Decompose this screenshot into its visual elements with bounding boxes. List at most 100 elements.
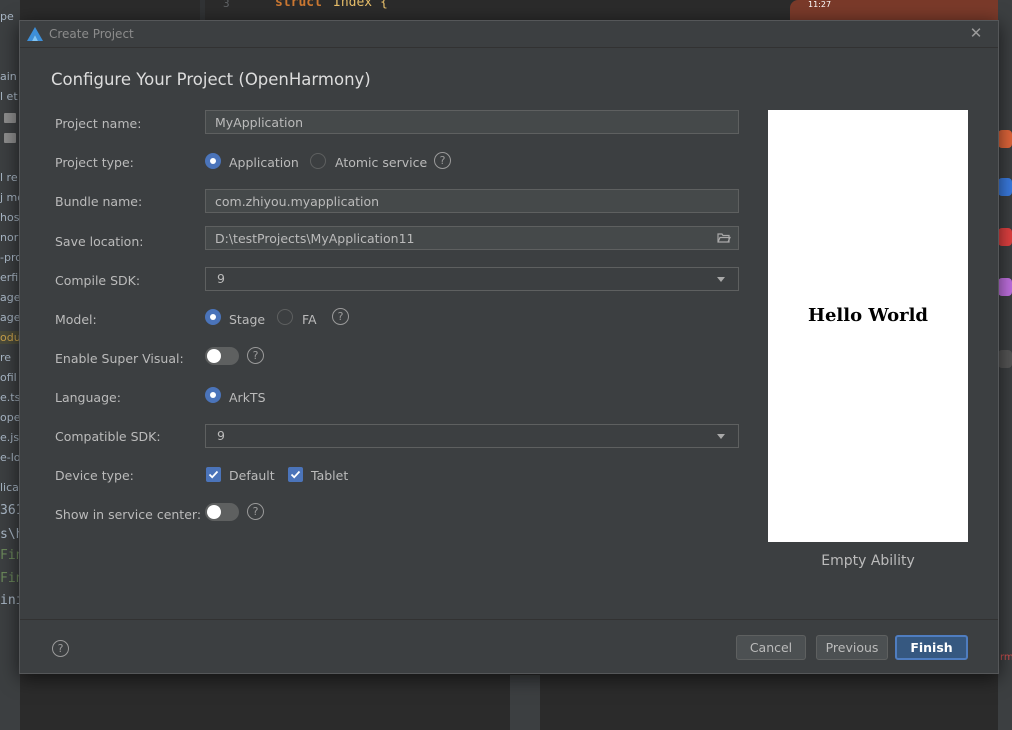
tree-row[interactable]: nor xyxy=(0,231,18,244)
console-line: s\h xyxy=(0,527,20,542)
help-icon[interactable]: ? xyxy=(247,347,264,364)
device-preview: 11:27 xyxy=(790,0,1012,20)
app-icon[interactable] xyxy=(998,350,1012,368)
console-line: ini xyxy=(0,593,20,608)
tree-row[interactable]: e-lo xyxy=(0,451,20,464)
radio-stage[interactable] xyxy=(205,309,221,325)
super-visual-toggle[interactable] xyxy=(205,347,239,365)
compile-sdk-value: 9 xyxy=(217,271,225,286)
tree-row[interactable]: hos xyxy=(0,211,19,224)
tree-row[interactable]: re xyxy=(0,351,11,364)
dialog-title: Create Project xyxy=(49,27,134,41)
app-icon[interactable] xyxy=(998,130,1012,148)
project-tree-panel: pe ain l et l re j mo hos nor -pro erfil… xyxy=(0,0,20,730)
tree-row[interactable]: age xyxy=(0,311,20,324)
radio-application-label[interactable]: Application xyxy=(229,155,299,170)
bundle-name-field[interactable] xyxy=(205,189,739,213)
footer-divider xyxy=(20,619,998,620)
compile-sdk-label: Compile SDK: xyxy=(55,273,141,288)
radio-application[interactable] xyxy=(205,153,221,169)
tree-row[interactable]: erfil xyxy=(0,271,20,284)
folder-open-icon[interactable] xyxy=(717,231,731,245)
tree-row[interactable]: pe xyxy=(0,10,14,23)
checkbox-default-label[interactable]: Default xyxy=(229,468,275,483)
tree-row[interactable]: j mo xyxy=(0,191,20,204)
service-center-label: Show in service center: xyxy=(55,507,202,522)
radio-atomic-service-label[interactable]: Atomic service xyxy=(335,155,427,170)
close-icon[interactable]: ✕ xyxy=(968,25,984,41)
finish-button[interactable]: Finish xyxy=(895,635,968,660)
dialog-titlebar[interactable]: Create Project ✕ xyxy=(20,21,998,48)
console-text: rm xyxy=(1000,652,1012,663)
save-location-field[interactable] xyxy=(205,226,739,250)
help-icon[interactable]: ? xyxy=(247,503,264,520)
model-label: Model: xyxy=(55,312,97,327)
toggle-knob xyxy=(207,505,221,519)
tree-row[interactable]: ofil xyxy=(0,371,17,384)
tree-row[interactable]: ope xyxy=(0,411,20,424)
run-tab[interactable]: lica xyxy=(0,481,19,494)
chevron-down-icon xyxy=(717,434,725,439)
radio-stage-label[interactable]: Stage xyxy=(229,312,265,327)
help-icon[interactable]: ? xyxy=(332,308,349,325)
folder-icon xyxy=(4,113,16,123)
app-icon[interactable] xyxy=(998,278,1012,296)
editor-code-line: 3 struct Index { xyxy=(205,0,705,20)
project-type-label: Project type: xyxy=(55,155,134,170)
tree-row[interactable]: -pro xyxy=(0,251,20,264)
checkbox-tablet-label[interactable]: Tablet xyxy=(311,468,348,483)
page-title: Configure Your Project (OpenHarmony) xyxy=(51,70,371,89)
template-caption: Empty Ability xyxy=(821,553,915,569)
help-icon[interactable]: ? xyxy=(434,152,451,169)
project-name-field[interactable] xyxy=(205,110,739,134)
super-visual-label: Enable Super Visual: xyxy=(55,351,184,366)
tree-row[interactable]: l re xyxy=(0,171,18,184)
checkbox-tablet[interactable] xyxy=(288,467,303,482)
radio-arkts[interactable] xyxy=(205,387,221,403)
save-location-label: Save location: xyxy=(55,234,144,249)
tree-row[interactable]: age xyxy=(0,291,20,304)
code-identifier: Index { xyxy=(333,0,388,10)
compatible-sdk-select[interactable]: 9 xyxy=(205,424,739,448)
tree-row-selected[interactable]: odu xyxy=(0,331,20,344)
previous-button[interactable]: Previous xyxy=(816,635,888,660)
bundle-name-label: Bundle name: xyxy=(55,194,143,209)
checkbox-default[interactable] xyxy=(206,467,221,482)
cancel-button[interactable]: Cancel xyxy=(736,635,806,660)
tree-row[interactable]: e.ts xyxy=(0,391,20,404)
service-center-toggle[interactable] xyxy=(205,503,239,521)
checkmark-icon xyxy=(208,470,219,479)
compile-sdk-select[interactable]: 9 xyxy=(205,267,739,291)
bundle-name-input[interactable] xyxy=(215,190,738,212)
console-line: Fin xyxy=(0,571,20,586)
project-name-label: Project name: xyxy=(55,116,142,131)
device-type-label: Device type: xyxy=(55,468,134,483)
preview-text: Hello World xyxy=(807,305,929,326)
code-keyword: struct xyxy=(275,0,322,10)
chevron-down-icon xyxy=(717,277,725,282)
tree-row[interactable]: ain xyxy=(0,70,17,83)
app-icon[interactable] xyxy=(998,228,1012,246)
save-location-input[interactable] xyxy=(215,227,705,249)
project-name-input[interactable] xyxy=(215,111,738,133)
radio-fa-label[interactable]: FA xyxy=(302,312,317,327)
create-project-dialog: Create Project ✕ Configure Your Project … xyxy=(19,20,999,674)
toggle-knob xyxy=(207,349,221,363)
tree-row[interactable]: l et xyxy=(0,90,18,103)
radio-atomic-service[interactable] xyxy=(310,153,326,169)
help-icon[interactable]: ? xyxy=(52,640,69,657)
tree-row[interactable]: e.jso xyxy=(0,431,20,444)
console-line: 361 xyxy=(0,503,20,518)
compatible-sdk-label: Compatible SDK: xyxy=(55,429,161,444)
radio-fa[interactable] xyxy=(277,309,293,325)
checkmark-icon xyxy=(290,470,301,479)
device-time: 11:27 xyxy=(808,0,832,9)
radio-arkts-label[interactable]: ArkTS xyxy=(229,390,266,405)
app-icon[interactable] xyxy=(998,178,1012,196)
compatible-sdk-value: 9 xyxy=(217,428,225,443)
deveco-logo-icon xyxy=(27,27,43,41)
console-line: Fin xyxy=(0,548,20,563)
editor-scrollbar[interactable] xyxy=(510,675,540,730)
template-preview: Hello World xyxy=(768,110,968,542)
line-number: 3 xyxy=(223,0,230,10)
